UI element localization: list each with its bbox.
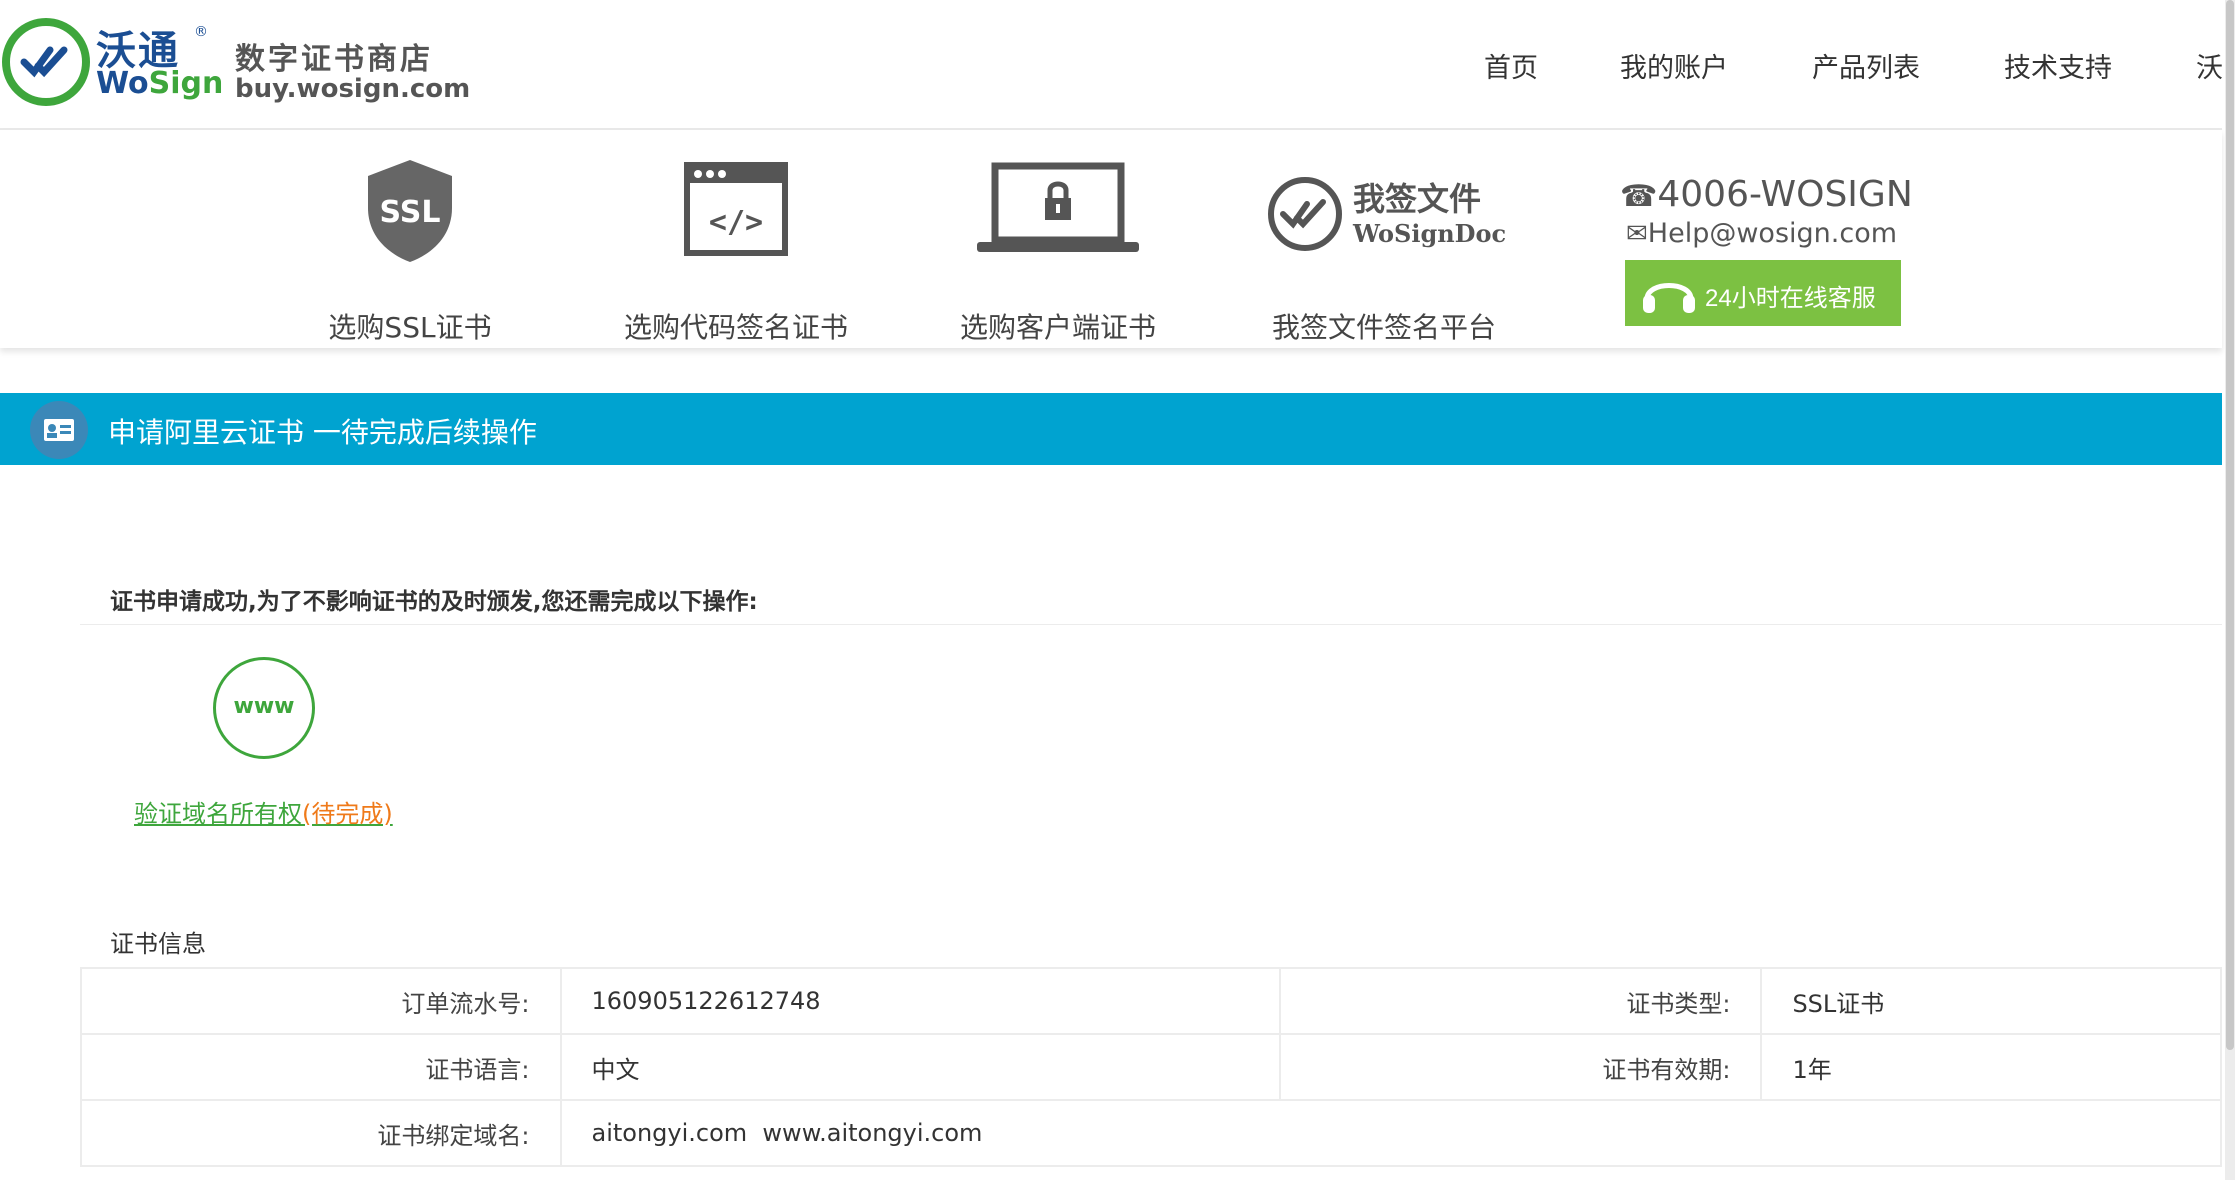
wosign-logo[interactable]: 沃通 ® WoSign 数字证书商店 buy.wosign.com [0,16,470,108]
laptop-lock-icon [928,156,1188,266]
table-row: 订单流水号: 160905122612748 证书类型: SSL证书 [80,967,2222,1035]
verify-domain-label: 验证域名所有权 [134,800,302,828]
product-client-cert-label: 选购客户端证书 [959,311,1156,344]
code-window-icon: </> [606,156,866,266]
success-notice: 证书申请成功,为了不影响证书的及时颁发,您还需完成以下操作: [110,589,758,615]
www-icon-text: www [233,694,295,719]
wosigndoc-logo-cn: 我签文件 [1353,180,1481,218]
table-row: 证书绑定域名: aitongyi.com www.aitongyi.com [80,1099,2222,1167]
cell-order-id-value: 160905122612748 [559,967,1281,1035]
cell-cert-type-value: SSL证书 [1760,967,2222,1035]
product-code-signing[interactable]: </> 选购代码签名证书 [606,156,866,344]
logo-name-en-a: Wo [96,66,149,101]
wosigndoc-logo-en: WoSignDoc [1352,219,1506,248]
verify-domain-link[interactable]: 验证域名所有权(待完成) [134,794,393,829]
online-service-button[interactable]: 24小时在线客服 [1625,260,1901,326]
ssl-shield-icon: SSL [280,156,540,266]
phone-text: 4006-WOSIGN [1657,174,1913,215]
phone-icon: ☎ [1620,179,1658,214]
wosigndoc-logo-icon: 我签文件 WoSignDoc [1254,156,1514,266]
cert-info-title: 证书信息 [110,930,206,958]
nav-tech-support[interactable]: 技术支持 [2004,46,2112,85]
cell-domain-label: 证书绑定域名: [80,1099,562,1167]
contact-block: ☎4006-WOSIGN ✉Help@wosign.com 24小时在线客服 [1620,174,1920,354]
headset-icon [1643,283,1695,313]
support-email-text: Help@wosign.com [1647,218,1898,249]
cell-cert-lang-label: 证书语言: [80,1033,562,1101]
logo-name-en-b: Sign [148,66,224,101]
support-email[interactable]: ✉Help@wosign.com [1626,218,1897,249]
store-title: 数字证书商店 [235,42,433,77]
page-title-bar: 申请阿里云证书 一待完成后续操作 [0,393,2222,465]
cell-cert-lang-value: 中文 [559,1033,1281,1101]
cell-validity-value: 1年 [1760,1033,2222,1101]
online-service-label: 24小时在线客服 [1705,285,1876,312]
id-card-icon [30,401,88,459]
www-icon: www [213,657,315,759]
logo-name-en: WoSign [96,66,223,101]
wosign-check-icon [2,18,90,106]
cell-cert-type-label: 证书类型: [1278,967,1763,1035]
phone-number: ☎4006-WOSIGN [1620,174,1913,215]
nav-home[interactable]: 首页 [1484,46,1538,85]
vertical-scrollbar[interactable] [2225,0,2235,1180]
product-ssl[interactable]: SSL 选购SSL证书 [280,156,540,344]
scrollbar-thumb[interactable] [2226,0,2234,1050]
product-wosigndoc-label: 我签文件签名平台 [1271,311,1496,344]
product-code-signing-label: 选购代码签名证书 [623,311,848,344]
table-row: 证书语言: 中文 证书有效期: 1年 [80,1033,2222,1101]
nav-product-list[interactable]: 产品列表 [1812,46,1920,85]
nav-more[interactable]: 沃 [2196,46,2223,85]
ssl-shield-text: SSL [380,195,441,230]
product-ssl-label: 选购SSL证书 [328,311,492,344]
verify-domain-status: (待完成) [302,800,393,828]
cell-order-id-label: 订单流水号: [80,967,562,1035]
code-window-text: </> [709,205,763,240]
logo-registered-mark: ® [194,24,208,40]
mail-icon: ✉ [1626,219,1648,249]
cell-domain-value: aitongyi.com www.aitongyi.com [559,1099,2222,1167]
cert-info-table: 订单流水号: 160905122612748 证书类型: SSL证书 证书语言:… [80,967,2222,1167]
product-wosigndoc[interactable]: 我签文件 WoSignDoc 我签文件签名平台 [1254,156,1514,344]
store-url: buy.wosign.com [235,74,471,104]
nav-my-account[interactable]: 我的账户 [1620,46,1728,85]
cell-validity-label: 证书有效期: [1278,1033,1763,1101]
product-client-cert[interactable]: 选购客户端证书 [928,156,1188,344]
page-title: 申请阿里云证书 一待完成后续操作 [108,416,537,449]
divider [80,624,2222,625]
product-strip: SSL 选购SSL证书 </> 选购代码签名证书 选购客户端证书 我签文件 Wo… [0,130,2222,348]
